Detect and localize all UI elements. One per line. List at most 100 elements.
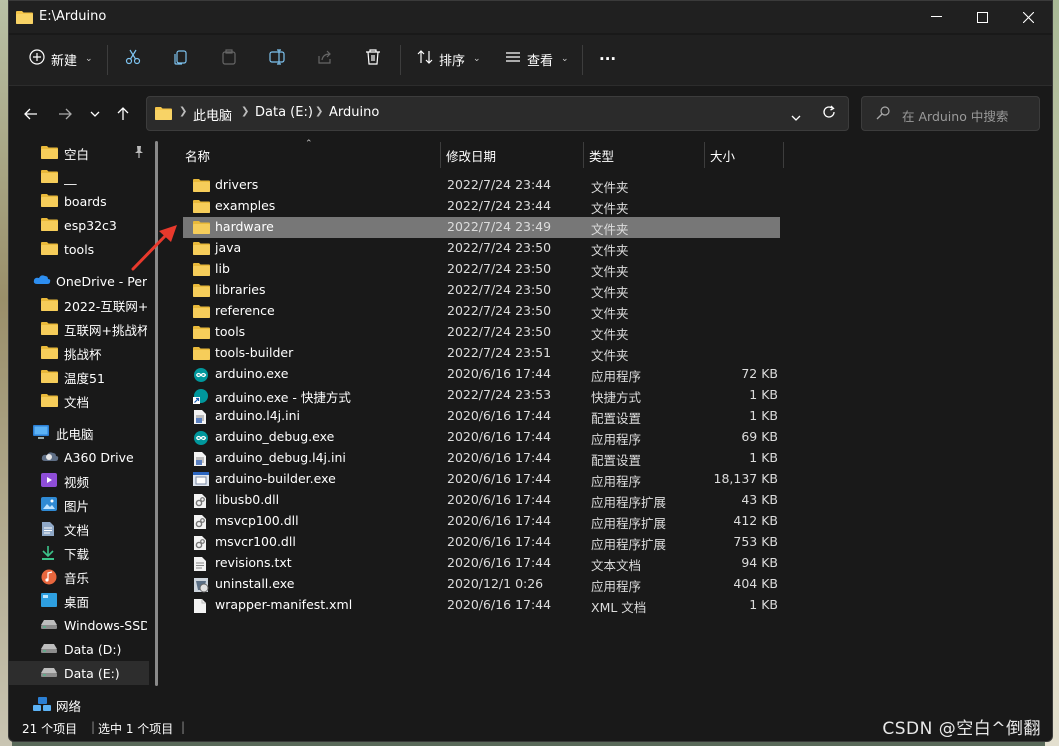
recent-locations-chevron-icon[interactable] — [83, 102, 107, 126]
copy-icon — [173, 49, 189, 69]
column-header-size[interactable]: 大小 — [710, 142, 735, 168]
sidebar-item[interactable]: OneDrive - Pers — [9, 269, 149, 293]
column-divider[interactable] — [440, 142, 441, 168]
sidebar-item[interactable]: 互联网+挑战杯 — [9, 317, 149, 341]
folder-icon — [41, 345, 58, 362]
address-bar[interactable]: ❯ 此电脑 ❯ Data (E:) ❯ Arduino — [146, 96, 849, 131]
sidebar-item[interactable]: 音乐 — [9, 565, 149, 589]
rename-button[interactable] — [269, 45, 287, 73]
file-row[interactable]: tools 2022/7/24 23:50 文件夹 — [183, 322, 780, 343]
selected-count: 选中 1 个项目 — [98, 722, 174, 736]
file-row[interactable]: tools-builder 2022/7/24 23:51 文件夹 — [183, 343, 780, 364]
sidebar-item[interactable]: 文档 — [9, 389, 149, 413]
maximize-button[interactable] — [959, 1, 1005, 33]
cut-button[interactable] — [125, 45, 141, 73]
file-type: 文件夹 — [591, 285, 629, 300]
address-history-chevron-icon[interactable] — [791, 109, 801, 124]
arduino-file-icon — [193, 430, 209, 445]
back-arrow-icon[interactable] — [19, 102, 43, 126]
column-divider[interactable] — [583, 142, 584, 168]
file-row[interactable]: revisions.txt 2020/6/16 17:44 文本文档 94 KB — [183, 553, 780, 574]
refresh-icon[interactable] — [822, 105, 836, 122]
sidebar-item[interactable]: boards — [9, 189, 149, 213]
breadcrumb-arduino[interactable]: Arduino — [329, 105, 379, 120]
file-row[interactable]: java 2022/7/24 23:50 文件夹 — [183, 238, 780, 259]
sort-button[interactable]: 排序 ⌄ — [417, 45, 481, 73]
search-box[interactable]: 在 Arduino 中搜索 — [861, 96, 1040, 131]
sidebar-item[interactable]: Data (D:) — [9, 637, 149, 661]
sidebar-item[interactable]: A360 Drive — [9, 445, 149, 469]
view-label: 查看 — [527, 53, 554, 69]
up-arrow-icon[interactable] — [111, 102, 135, 126]
file-row[interactable]: examples 2022/7/24 23:44 文件夹 — [183, 196, 780, 217]
sidebar-item[interactable]: 2022-互联网+ — [9, 293, 149, 317]
file-row[interactable]: arduino_debug.exe 2020/6/16 17:44 应用程序 69 K… — [183, 427, 780, 448]
file-row[interactable]: wrapper-manifest.xml 2020/6/16 17:44 XML 文… — [183, 595, 780, 616]
delete-button[interactable] — [365, 45, 381, 73]
file-name: msvcp100.dll — [215, 513, 299, 528]
file-type: 文件夹 — [591, 222, 629, 237]
breadcrumb-this-pc[interactable]: 此电脑 — [193, 105, 232, 124]
file-row[interactable]: drivers 2022/7/24 23:44 文件夹 — [183, 175, 780, 196]
title-bar: E:\Arduino — [9, 1, 1052, 33]
sidebar-item-label: 音乐 — [64, 570, 90, 586]
minimize-button[interactable] — [913, 1, 959, 33]
forward-arrow-icon[interactable] — [53, 102, 77, 126]
sidebar-item[interactable]: 网络 — [9, 693, 149, 717]
column-header-date[interactable]: 修改日期 — [446, 142, 496, 168]
sidebar-item[interactable]: Windows-SSD — [9, 613, 149, 637]
file-type: 应用程序扩展 — [591, 495, 667, 510]
trash-icon — [365, 49, 381, 69]
sidebar-item[interactable]: tools — [9, 237, 149, 261]
file-row[interactable]: arduino.exe 2020/6/16 17:44 应用程序 72 KB — [183, 364, 780, 385]
more-options-button[interactable]: ··· — [599, 45, 616, 73]
sidebar-item[interactable]: __ — [9, 165, 149, 189]
paste-button[interactable] — [221, 45, 237, 73]
column-header-type[interactable]: 类型 — [589, 142, 614, 168]
column-header-name[interactable]: 名称 — [185, 142, 210, 168]
sidebar-item[interactable]: 挑战杯 — [9, 341, 149, 365]
file-type: 应用程序 — [591, 474, 642, 489]
sidebar-item[interactable]: 此电脑 — [9, 421, 149, 445]
share-button[interactable] — [317, 45, 333, 73]
pin-icon[interactable] — [133, 145, 145, 162]
txt-file-icon — [193, 556, 209, 571]
file-row[interactable]: msvcp100.dll 2020/6/16 17:44 应用程序扩展 412 KB — [183, 511, 780, 532]
breadcrumb-data-e[interactable]: Data (E:) — [255, 105, 313, 120]
file-row[interactable]: libraries 2022/7/24 23:50 文件夹 — [183, 280, 780, 301]
new-button[interactable]: 新建 ⌄ — [29, 45, 93, 73]
file-row[interactable]: arduino_debug.l4j.ini 2020/6/16 17:44 配置设置… — [183, 448, 780, 469]
navigation-bar: ❯ 此电脑 ❯ Data (E:) ❯ Arduino 在 Arduino 中搜… — [9, 86, 1052, 141]
column-divider[interactable] — [704, 142, 705, 168]
file-size: 1 KB — [749, 408, 778, 423]
sidebar-item[interactable]: 视频 — [9, 469, 149, 493]
file-row[interactable]: arduino-builder.exe 2020/6/16 17:44 应用程序 18… — [183, 469, 780, 490]
sidebar-item[interactable]: 下载 — [9, 541, 149, 565]
sidebar-item-label: 2022-互联网+ — [64, 298, 147, 314]
sidebar-item-label: esp32c3 — [64, 217, 117, 233]
file-row[interactable]: hardware 2022/7/24 23:49 文件夹 — [183, 217, 780, 238]
close-button[interactable] — [1005, 1, 1051, 33]
sidebar-item[interactable]: 文档 — [9, 517, 149, 541]
sidebar-item[interactable]: Data (E:) — [9, 661, 149, 685]
file-row[interactable]: msvcr100.dll 2020/6/16 17:44 应用程序扩展 753 KB — [183, 532, 780, 553]
view-icon — [505, 49, 521, 69]
view-button[interactable]: 查看 ⌄ — [505, 45, 569, 73]
sidebar-item[interactable]: 空白 — [9, 141, 149, 165]
sidebar-item[interactable]: esp32c3 — [9, 213, 149, 237]
file-row[interactable]: uninstall.exe 2020/12/1 0:26 应用程序 404 KB — [183, 574, 780, 595]
sidebar-item[interactable]: 图片 — [9, 493, 149, 517]
column-divider[interactable] — [783, 142, 784, 168]
file-row[interactable]: libusb0.dll 2020/6/16 17:44 应用程序扩展 43 KB — [183, 490, 780, 511]
file-row[interactable]: lib 2022/7/24 23:50 文件夹 — [183, 259, 780, 280]
file-row[interactable]: reference 2022/7/24 23:50 文件夹 — [183, 301, 780, 322]
file-row[interactable]: arduino.exe - 快捷方式 2022/7/24 23:53 快捷方式 1 K… — [183, 385, 780, 406]
file-row[interactable]: arduino.l4j.ini 2020/6/16 17:44 配置设置 1 KB — [183, 406, 780, 427]
sidebar-item[interactable]: 温度51 — [9, 365, 149, 389]
command-bar: 新建 ⌄ 排序 ⌄ 查看 ⌄ ··· — [9, 35, 1052, 86]
copy-button[interactable] — [173, 45, 189, 73]
sidebar-item-label: __ — [64, 169, 77, 185]
chevron-right-icon: ❯ — [241, 106, 250, 117]
scissors-icon — [125, 49, 141, 69]
sidebar-item[interactable]: 桌面 — [9, 589, 149, 613]
